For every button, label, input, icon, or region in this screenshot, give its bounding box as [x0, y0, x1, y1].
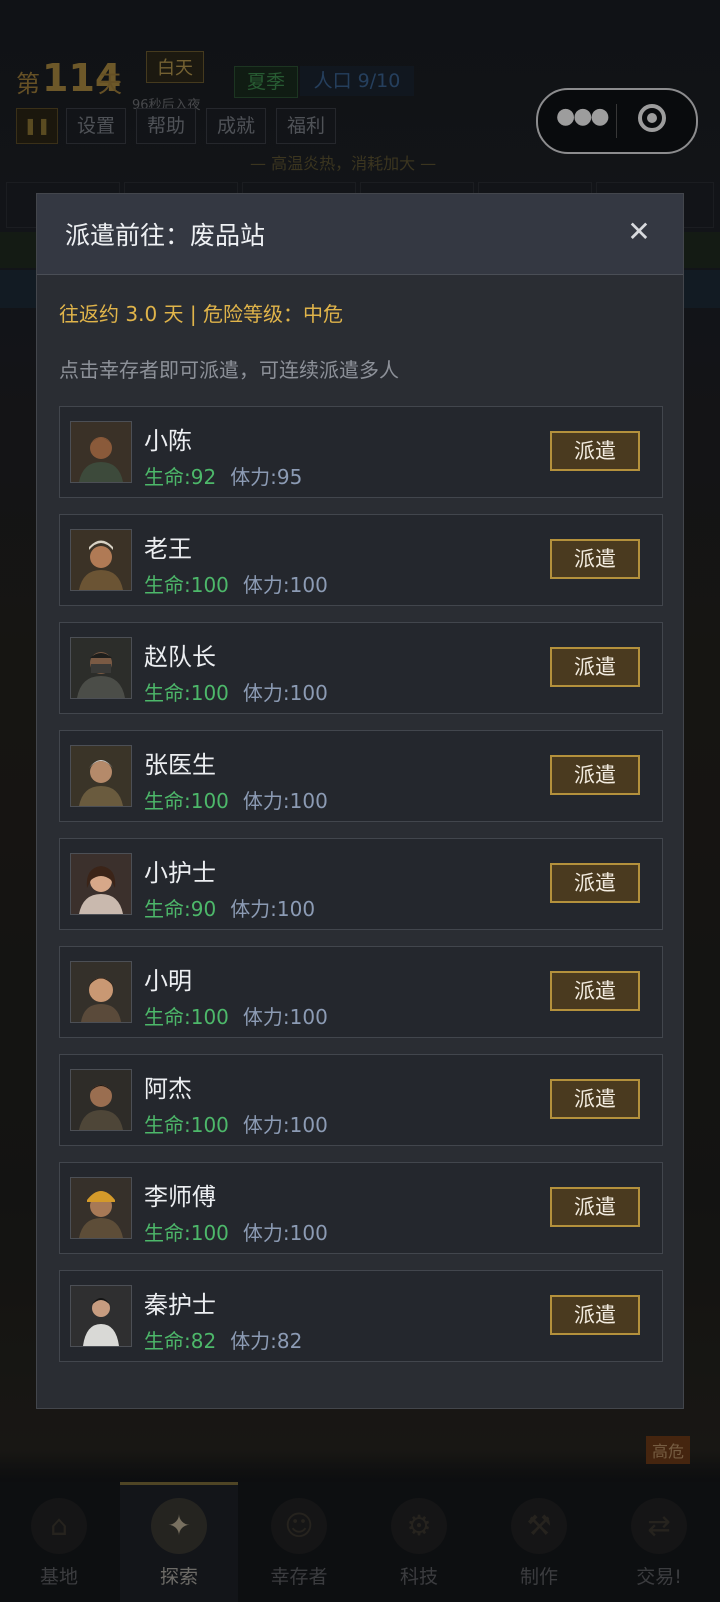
- stamina-value: 体力:100: [242, 1005, 328, 1029]
- survivor-stats: 生命:100 体力:100: [144, 1109, 328, 1138]
- survivor-name: 小明: [144, 967, 192, 995]
- survivor-stats: 生命:100 体力:100: [144, 1217, 328, 1246]
- dispatch-button[interactable]: 派遣: [550, 1187, 640, 1227]
- survivor-row[interactable]: 赵队长 生命:100 体力:100 派遣: [59, 622, 663, 714]
- survivor-row[interactable]: 小护士 生命:90 体力:100 派遣: [59, 838, 663, 930]
- survivor-row[interactable]: 李师傅 生命:100 体力:100 派遣: [59, 1162, 663, 1254]
- survivor-name: 小陈: [144, 427, 192, 455]
- dispatch-modal: 派遣前往：废品站 ✕ 往返约 3.0 天 | 危险等级：中危 点击幸存者即可派遣…: [36, 193, 684, 1409]
- modal-header: 派遣前往：废品站 ✕: [37, 194, 683, 275]
- survivor-name: 小护士: [144, 859, 216, 887]
- stamina-value: 体力:100: [242, 573, 328, 597]
- survivor-row[interactable]: 小陈 生命:92 体力:95 派遣: [59, 406, 663, 498]
- survivor-row[interactable]: 张医生 生命:100 体力:100 派遣: [59, 730, 663, 822]
- stamina-value: 体力:100: [242, 1113, 328, 1137]
- survivor-stats: 生命:100 体力:100: [144, 569, 328, 598]
- survivor-name: 阿杰: [144, 1075, 192, 1103]
- avatar: [70, 961, 132, 1023]
- close-icon[interactable]: ✕: [619, 212, 659, 252]
- avatar: [70, 637, 132, 699]
- survivor-name: 赵队长: [144, 643, 216, 671]
- stamina-value: 体力:100: [230, 897, 316, 921]
- dispatch-button[interactable]: 派遣: [550, 647, 640, 687]
- avatar: [70, 1285, 132, 1347]
- dispatch-button[interactable]: 派遣: [550, 1295, 640, 1335]
- hp-value: 生命:100: [144, 681, 229, 705]
- avatar: [70, 1069, 132, 1131]
- dispatch-button[interactable]: 派遣: [550, 863, 640, 903]
- survivor-name: 老王: [144, 535, 192, 563]
- survivor-name: 李师傅: [144, 1183, 216, 1211]
- survivor-stats: 生命:92 体力:95: [144, 461, 302, 490]
- survivor-stats: 生命:100 体力:100: [144, 677, 328, 706]
- hp-value: 生命:100: [144, 573, 229, 597]
- hp-value: 生命:100: [144, 789, 229, 813]
- survivor-row[interactable]: 老王 生命:100 体力:100 派遣: [59, 514, 663, 606]
- dispatch-hint: 点击幸存者即可派遣，可连续派遣多人: [59, 358, 399, 382]
- dispatch-button[interactable]: 派遣: [550, 755, 640, 795]
- hp-value: 生命:90: [144, 897, 217, 921]
- avatar: [70, 853, 132, 915]
- hp-value: 生命:100: [144, 1221, 229, 1245]
- avatar: [70, 529, 132, 591]
- dispatch-button[interactable]: 派遣: [550, 431, 640, 471]
- hp-value: 生命:92: [144, 465, 217, 489]
- dispatch-button[interactable]: 派遣: [550, 971, 640, 1011]
- modal-title: 派遣前往：废品站: [65, 221, 266, 250]
- dispatch-button[interactable]: 派遣: [550, 539, 640, 579]
- stamina-value: 体力:100: [242, 681, 328, 705]
- survivor-row[interactable]: 小明 生命:100 体力:100 派遣: [59, 946, 663, 1038]
- hp-value: 生命:100: [144, 1113, 229, 1137]
- stamina-value: 体力:82: [230, 1329, 303, 1353]
- survivor-name: 张医生: [144, 751, 216, 779]
- hp-value: 生命:100: [144, 1005, 229, 1029]
- survivor-stats: 生命:90 体力:100: [144, 893, 315, 922]
- survivor-row[interactable]: 秦护士 生命:82 体力:82 派遣: [59, 1270, 663, 1362]
- stamina-value: 体力:100: [242, 1221, 328, 1245]
- survivor-stats: 生命:100 体力:100: [144, 785, 328, 814]
- stamina-value: 体力:95: [230, 465, 303, 489]
- trip-info: 往返约 3.0 天 | 危险等级：中危: [59, 302, 343, 326]
- avatar: [70, 421, 132, 483]
- survivor-stats: 生命:82 体力:82: [144, 1325, 302, 1354]
- survivor-stats: 生命:100 体力:100: [144, 1001, 328, 1030]
- dispatch-button[interactable]: 派遣: [550, 1079, 640, 1119]
- hp-value: 生命:82: [144, 1329, 217, 1353]
- survivor-row[interactable]: 阿杰 生命:100 体力:100 派遣: [59, 1054, 663, 1146]
- stamina-value: 体力:100: [242, 789, 328, 813]
- avatar: [70, 745, 132, 807]
- survivor-name: 秦护士: [144, 1291, 216, 1319]
- avatar: [70, 1177, 132, 1239]
